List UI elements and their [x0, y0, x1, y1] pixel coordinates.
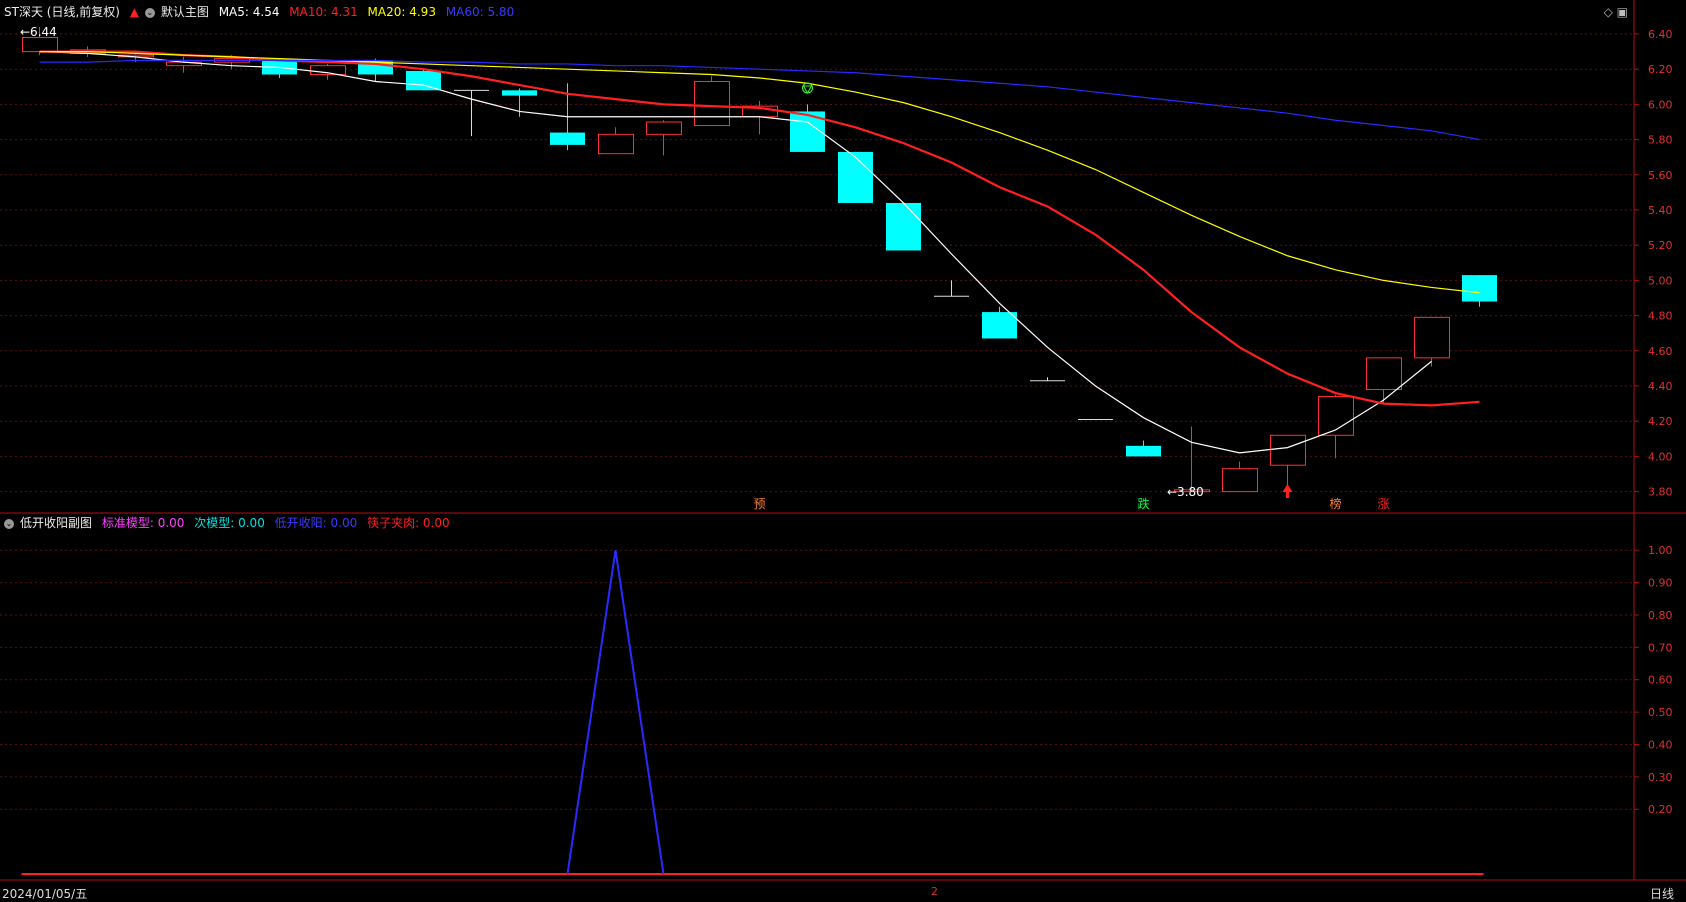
- candle-up: [1318, 394, 1354, 459]
- price-tick-label: 6.40: [1648, 28, 1673, 41]
- candle-up: [1366, 357, 1402, 404]
- price-tick-label: 5.00: [1648, 274, 1673, 287]
- candle-body: [982, 312, 1017, 339]
- bottom-marker: 2: [931, 885, 938, 898]
- candle-down: [790, 104, 825, 152]
- price-tick-label: 4.00: [1648, 450, 1673, 463]
- low-price-label: ←3.80: [1167, 485, 1204, 499]
- candle-body: [1366, 357, 1402, 391]
- candle-body: [1414, 316, 1450, 359]
- candle-body: [598, 133, 634, 155]
- ma-line-ma20: [39, 50, 1480, 294]
- candle-body: [646, 121, 682, 135]
- candle-down: [406, 69, 441, 91]
- candle-body: [1222, 468, 1258, 493]
- candle-down: [1126, 440, 1161, 457]
- period-tab[interactable]: 日线: [1650, 885, 1674, 902]
- candle-body: [886, 202, 921, 251]
- candle-up: [598, 127, 634, 155]
- sub-tick-label: 0.60: [1648, 674, 1673, 687]
- price-tick-label: 3.80: [1648, 486, 1673, 499]
- candle-up: [1222, 461, 1258, 493]
- candle-body: [1270, 434, 1306, 466]
- candle-up: [1030, 377, 1065, 382]
- candle-up: [166, 56, 202, 73]
- candle-down: [886, 202, 921, 251]
- candle-body: [550, 132, 585, 145]
- candle-up: [694, 76, 730, 127]
- candle-down: [982, 306, 1017, 339]
- signal-mark: 榜: [1330, 496, 1342, 511]
- sub-tick-label: 0.50: [1648, 706, 1673, 719]
- buy-arrow-stem-icon: [1286, 492, 1289, 498]
- candle-up: [454, 89, 489, 137]
- sub-tick-label: 0.40: [1648, 738, 1673, 751]
- signal-mark: 跌: [1138, 496, 1150, 511]
- price-tick-label: 4.60: [1648, 345, 1673, 358]
- price-tick-label: 6.20: [1648, 63, 1673, 76]
- candle-up: [934, 280, 969, 297]
- candle-up: [646, 120, 682, 156]
- signal-mark: 涨: [1378, 496, 1390, 511]
- candle-body: [1126, 445, 1161, 457]
- sub-tick-label: 0.80: [1648, 609, 1673, 622]
- signal-mark: 预: [754, 497, 766, 511]
- high-price-label: ←6.44: [20, 25, 57, 39]
- candle-body: [502, 90, 537, 96]
- buy-arrow-icon: [1282, 484, 1293, 492]
- price-tick-label: 5.20: [1648, 239, 1673, 252]
- candle-up: [1414, 316, 1450, 367]
- chart-canvas[interactable]: 6.40 6.20 6.00 5.80 5.60 5.40 5.20 5.00 4.80 4.60…: [0, 0, 1686, 900]
- candle-body: [838, 151, 873, 203]
- sub-tick-label: 0.90: [1648, 577, 1673, 590]
- cursor-date: 2024/01/05/五: [2, 887, 88, 901]
- sub-tick-label: 0.20: [1648, 803, 1673, 816]
- candle-down: [838, 151, 873, 203]
- candle-body: [22, 37, 58, 53]
- price-tick-label: 5.40: [1648, 204, 1673, 217]
- sub-tick-label: 0.70: [1648, 641, 1673, 654]
- sub-tick-label: 0.30: [1648, 771, 1673, 784]
- price-tick-label: 4.80: [1648, 310, 1673, 323]
- ma-line-ma5: [39, 51, 1432, 454]
- sub-tick-label: 1.00: [1648, 544, 1673, 557]
- price-tick-label: 4.40: [1648, 380, 1673, 393]
- candle-body: [406, 70, 441, 91]
- signal-circle-icon: [802, 82, 813, 94]
- price-tick-label: 4.20: [1648, 415, 1673, 428]
- candle-body: [694, 81, 730, 127]
- price-tick-label: 5.80: [1648, 134, 1673, 147]
- price-tick-label: 5.60: [1648, 169, 1673, 182]
- candle-body: [1462, 275, 1497, 302]
- price-tick-label: 6.00: [1648, 98, 1673, 111]
